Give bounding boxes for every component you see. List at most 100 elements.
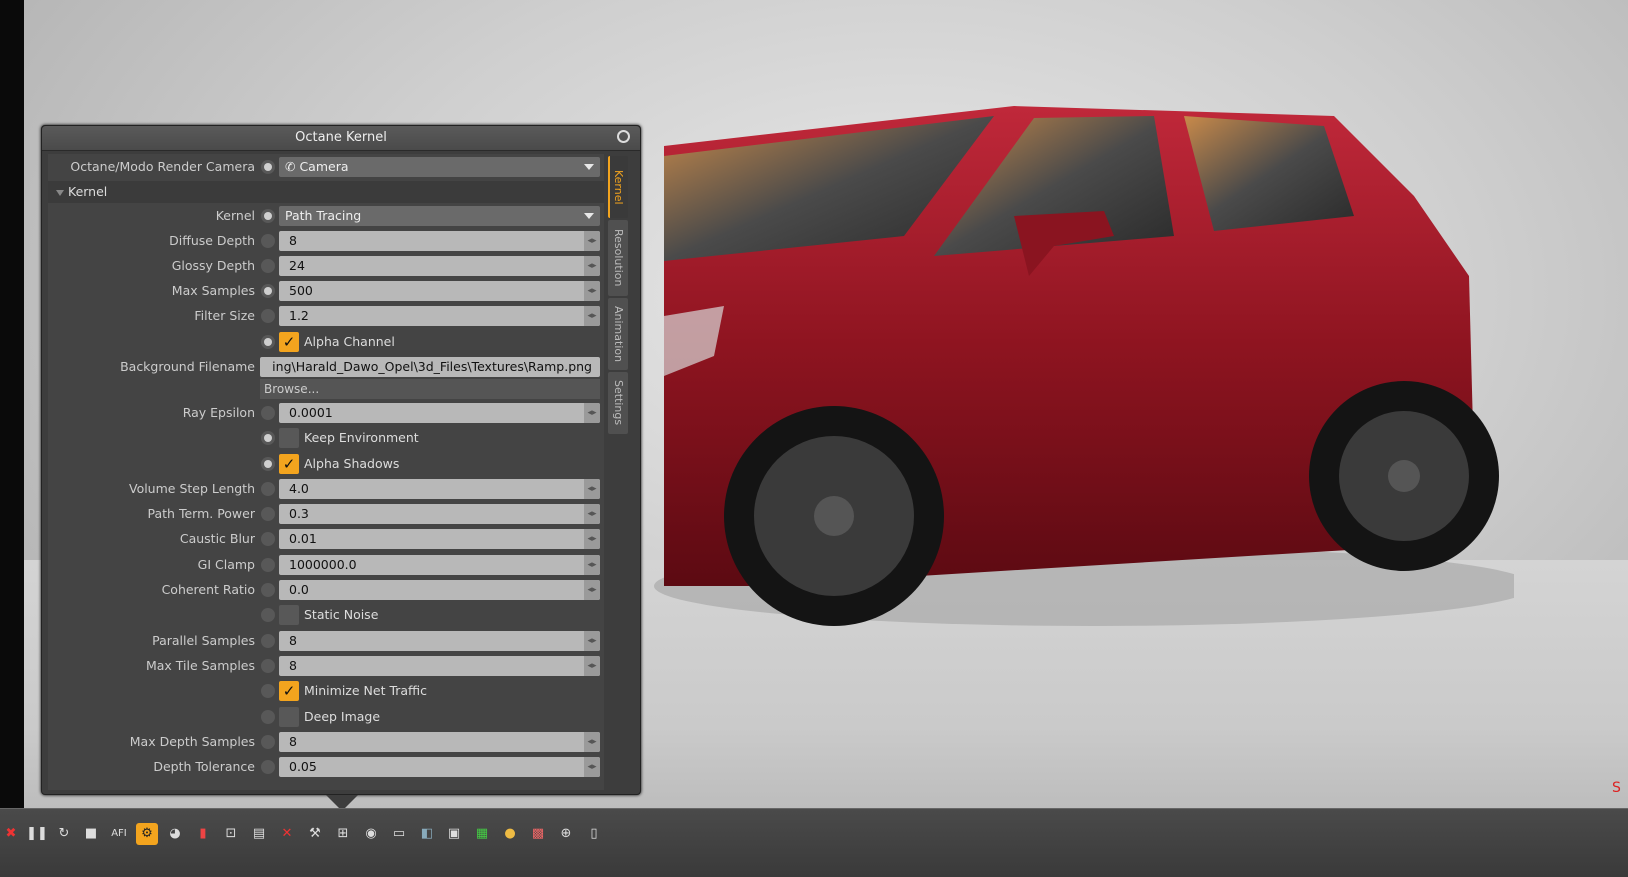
stepper-arrows-icon[interactable]: ◂▸ [584, 256, 600, 276]
color-wheel-icon[interactable]: ◕ [164, 823, 186, 845]
minimize-net-traffic-checkbox[interactable]: ✓ [279, 681, 299, 701]
layers-icon[interactable]: ◧ [416, 823, 438, 845]
caustic-blur-dot[interactable] [261, 532, 275, 546]
path-term-input[interactable]: 0.3 ◂▸ [279, 504, 600, 524]
diffuse-depth-dot[interactable] [261, 234, 275, 248]
coherent-ratio-dot[interactable] [261, 583, 275, 597]
alpha-channel-dot[interactable] [261, 335, 275, 349]
network-icon[interactable]: ⊞ [332, 823, 354, 845]
minimize-net-traffic-dot[interactable] [261, 684, 275, 698]
section-label: Kernel [68, 184, 108, 199]
refresh-icon[interactable]: ↻ [53, 823, 75, 845]
max-tile-samples-dot[interactable] [261, 659, 275, 673]
depth-tolerance-input[interactable]: 0.05 ◂▸ [279, 757, 600, 777]
tab-animation[interactable]: Animation [608, 298, 628, 370]
stepper-arrows-icon[interactable]: ◂▸ [584, 631, 600, 651]
gi-clamp-dot[interactable] [261, 558, 275, 572]
static-noise-label: Static Noise [304, 607, 379, 622]
close-icon[interactable] [617, 130, 630, 143]
filter-size-input[interactable]: 1.2 ◂▸ [279, 306, 600, 326]
kernel-channel-dot[interactable] [261, 209, 275, 223]
close-render-icon[interactable]: ✖ [0, 823, 22, 845]
alpha-shadows-checkbox[interactable]: ✓ [279, 454, 299, 474]
volume-step-label: Volume Step Length [128, 481, 255, 496]
kernel-dropdown[interactable]: Path Tracing [279, 206, 600, 226]
ray-epsilon-dot[interactable] [261, 406, 275, 420]
glossy-depth-row: Glossy Depth 24 ◂▸ [48, 255, 604, 277]
stepper-arrows-icon[interactable]: ◂▸ [584, 479, 600, 499]
pause-icon[interactable]: ❚❚ [26, 823, 48, 845]
camera-icon[interactable]: ◉ [360, 823, 382, 845]
browse-button[interactable]: Browse... [260, 379, 600, 399]
stepper-arrows-icon[interactable]: ◂▸ [584, 555, 600, 575]
volume-step-input[interactable]: 4.0 ◂▸ [279, 479, 600, 499]
image-icon[interactable]: ▤ [248, 823, 270, 845]
keep-environment-row: Keep Environment [48, 427, 604, 449]
alpha-shadows-dot[interactable] [261, 457, 275, 471]
static-noise-checkbox[interactable] [279, 605, 299, 625]
octane-kernel-icon[interactable]: ⚙ [136, 823, 158, 845]
caustic-blur-row: Caustic Blur 0.01 ◂▸ [48, 528, 604, 550]
console-icon[interactable]: ▣ [443, 823, 465, 845]
max-samples-dot[interactable] [261, 284, 275, 298]
stepper-arrows-icon[interactable]: ◂▸ [584, 281, 600, 301]
stepper-arrows-icon[interactable]: ◂▸ [584, 732, 600, 752]
checker-icon[interactable]: ▩ [527, 823, 549, 845]
coherent-ratio-input[interactable]: 0.0 ◂▸ [279, 580, 600, 600]
static-noise-dot[interactable] [261, 608, 275, 622]
diffuse-depth-input[interactable]: 8 ◂▸ [279, 231, 600, 251]
corner-mark: S [1612, 780, 1621, 796]
ray-epsilon-input[interactable]: 0.0001 ◂▸ [279, 403, 600, 423]
glossy-depth-dot[interactable] [261, 259, 275, 273]
max-tile-samples-input[interactable]: 8 ◂▸ [279, 656, 600, 676]
max-depth-samples-dot[interactable] [261, 735, 275, 749]
tab-resolution[interactable]: Resolution [608, 220, 628, 296]
render-toolbar: ✖ ❚❚ ↻ ■ AFI ⚙ ◕ ▮ ⊡ ▤ ✕ ⚒ ⊞ ◉ ▭ ◧ ▣ ▦ ●… [0, 808, 1628, 877]
gi-clamp-input[interactable]: 1000000.0 ◂▸ [279, 555, 600, 575]
background-label: Background Filename [120, 359, 255, 374]
max-tile-samples-row: Max Tile Samples 8 ◂▸ [48, 655, 604, 677]
glossy-depth-input[interactable]: 24 ◂▸ [279, 256, 600, 276]
stepper-arrows-icon[interactable]: ◂▸ [584, 504, 600, 524]
deep-image-checkbox[interactable] [279, 707, 299, 727]
stepper-arrows-icon[interactable]: ◂▸ [584, 757, 600, 777]
filter-size-dot[interactable] [261, 309, 275, 323]
settings-icon[interactable]: ⚒ [304, 823, 326, 845]
parallel-samples-dot[interactable] [261, 634, 275, 648]
stepper-arrows-icon[interactable]: ◂▸ [584, 231, 600, 251]
collapse-triangle-icon[interactable] [56, 190, 64, 196]
path-term-dot[interactable] [261, 507, 275, 521]
panel-titlebar[interactable]: Octane Kernel [42, 126, 640, 151]
max-depth-samples-input[interactable]: 8 ◂▸ [279, 732, 600, 752]
alpha-channel-checkbox[interactable]: ✓ [279, 332, 299, 352]
stepper-arrows-icon[interactable]: ◂▸ [584, 403, 600, 423]
deep-image-dot[interactable] [261, 710, 275, 724]
material-icon[interactable]: ● [499, 823, 521, 845]
camera-channel-dot[interactable] [261, 160, 275, 174]
document-icon[interactable]: ▯ [583, 823, 605, 845]
camera-dropdown[interactable]: ✆ Camera [279, 157, 600, 177]
max-samples-input[interactable]: 500 ◂▸ [279, 281, 600, 301]
afi-icon[interactable]: AFI [108, 823, 130, 845]
stepper-arrows-icon[interactable]: ◂▸ [584, 306, 600, 326]
tab-settings[interactable]: Settings [608, 372, 628, 434]
keep-environment-dot[interactable] [261, 431, 275, 445]
caustic-blur-input[interactable]: 0.01 ◂▸ [279, 529, 600, 549]
tab-kernel[interactable]: Kernel [608, 156, 628, 218]
histogram-icon[interactable]: ▮ [192, 823, 214, 845]
kernel-section[interactable]: Kernel [48, 181, 604, 203]
stepper-arrows-icon[interactable]: ◂▸ [584, 656, 600, 676]
stop-icon[interactable]: ■ [80, 823, 102, 845]
printer-icon[interactable]: ▭ [388, 823, 410, 845]
keep-environment-checkbox[interactable] [279, 428, 299, 448]
background-filename-input[interactable]: ing\Harald_Dawo_Opel\3d_Files\Textures\R… [260, 357, 600, 377]
display-icon[interactable]: ▦ [471, 823, 493, 845]
cancel-icon[interactable]: ✕ [276, 823, 298, 845]
stepper-arrows-icon[interactable]: ◂▸ [584, 580, 600, 600]
parallel-samples-input[interactable]: 8 ◂▸ [279, 631, 600, 651]
zoom-icon[interactable]: ⊕ [555, 823, 577, 845]
region-icon[interactable]: ⊡ [220, 823, 242, 845]
stepper-arrows-icon[interactable]: ◂▸ [584, 529, 600, 549]
depth-tolerance-dot[interactable] [261, 760, 275, 774]
volume-step-dot[interactable] [261, 482, 275, 496]
